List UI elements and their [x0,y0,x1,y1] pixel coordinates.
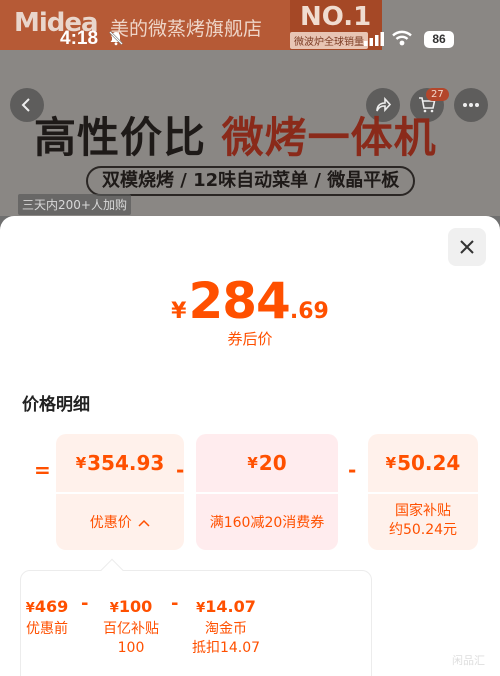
card-currency: ¥ [75,454,87,472]
breakdown-item-subsidy: ¥100 百亿补贴 100 [95,597,167,658]
breakdown-label: 淘金币 [205,621,247,637]
card-value: ¥20 [196,434,338,492]
card-divider [56,492,184,494]
product-headline: 高性价比 微烤一体机 [34,104,437,165]
card-label-line1: 国家补贴 [395,503,451,519]
discount-breakdown-popover: ¥469 优惠前 - ¥100 百亿补贴 100 - ¥14.07 淘金币 抵扣… [20,570,372,676]
chevron-up-icon [138,519,150,527]
final-price: ¥284.69 [0,272,500,330]
breakdown-item-original: ¥469 优惠前 [21,597,73,639]
battery-indicator: 86 [424,31,454,48]
card-label: 满160减20消费券 [209,515,325,531]
price-integer: 284 [188,272,290,330]
section-title: 价格明细 [22,395,90,415]
breakdown-value: 14.07 [205,597,256,616]
breakdown-label-sub: 抵扣14.07 [191,640,261,656]
breakdown-item-coins: ¥14.07 淘金币 抵扣14.07 [185,597,267,658]
card-label: 优惠价 [56,514,184,533]
price-label: 券后价 [227,330,273,348]
card-value: ¥354.93 [56,434,184,492]
product-banner: Midea 美的微蒸烤旗舰店 NO.1 微波炉全球销量 4:18 86 27 高… [0,0,500,216]
rank-note: 微波炉全球销量 [290,32,368,49]
breakdown-currency: ¥ [25,601,35,616]
close-button[interactable] [448,228,486,266]
price-decimal: .69 [289,299,329,324]
card-amount: 20 [258,451,287,475]
more-button[interactable] [454,88,488,122]
card-label: 国家补贴 约50.24元 [368,502,478,540]
discount-price-card[interactable]: ¥354.93 优惠价 [56,434,184,550]
buyers-note: 三天内200+人加购 [18,194,131,215]
back-icon [21,98,30,112]
breakdown-label-sub: 100 [117,640,145,656]
headline-part1: 高性价比 [34,113,207,162]
card-divider [196,492,338,494]
status-time: 4:18 [60,28,99,49]
close-icon [460,240,474,254]
card-amount: 50.24 [397,451,461,475]
price-currency: ¥ [171,299,187,324]
minus-sign: - [81,593,89,614]
headline-part2: 微烤一体机 [221,113,437,162]
rank-badge: NO.1 [300,2,372,32]
product-subline: 双模烧烤 / 12味自动菜单 / 微晶平板 [86,166,416,196]
signal-icon [364,32,384,46]
watermark: 闲品汇 [452,654,485,667]
minus-sign: - [176,458,185,482]
minus-sign: - [171,593,179,614]
card-label-text: 优惠价 [89,515,132,531]
card-value: ¥50.24 [368,434,478,492]
cart-count-badge: 27 [426,88,449,101]
subsidy-card[interactable]: ¥50.24 国家补贴 约50.24元 [368,434,478,550]
card-amount: 354.93 [87,451,165,475]
breakdown-label: 百亿补贴 [103,621,159,637]
card-label-line2: 约50.24元 [388,522,458,538]
breakdown-value: 469 [34,597,69,616]
card-divider [368,492,478,494]
price-detail-sheet: ¥284.69 券后价 价格明细 = ¥354.93 优惠价 - ¥20 满16… [0,216,500,676]
breakdown-currency: ¥ [196,601,206,616]
breakdown-currency: ¥ [109,601,119,616]
more-icon [463,103,479,107]
equals-sign: = [34,458,51,482]
breakdown-value: 100 [118,597,153,616]
breakdown-label: 优惠前 [26,621,68,637]
mute-bell-icon [109,31,123,46]
minus-sign: - [348,458,357,482]
wifi-icon [392,30,412,46]
store-name: 美的微蒸烤旗舰店 [110,18,263,40]
coupon-card[interactable]: ¥20 满160减20消费券 [196,434,338,550]
price-formula: = ¥354.93 优惠价 - ¥20 满160减20消费券 - ¥50.24 [0,434,500,550]
card-currency: ¥ [385,454,397,472]
card-currency: ¥ [247,454,258,472]
